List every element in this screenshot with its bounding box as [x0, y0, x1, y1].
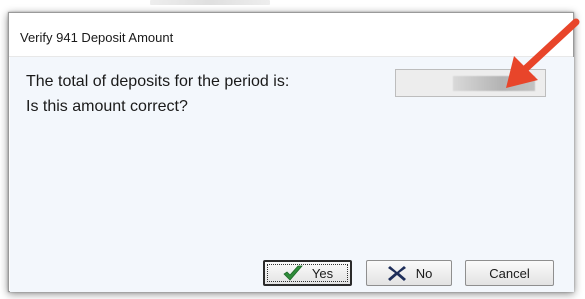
deposit-total-prompt: The total of deposits for the period is:	[26, 73, 290, 90]
red-arrow-annotation	[506, 18, 580, 88]
no-button[interactable]: No	[366, 260, 452, 286]
cancel-button[interactable]: Cancel	[465, 260, 554, 286]
yes-button[interactable]: Yes	[263, 260, 352, 286]
cancel-label: Cancel	[489, 265, 530, 281]
confirmation-question: Is this amount correct?	[26, 98, 188, 115]
no-label: No	[415, 265, 433, 281]
background-blurred-text	[150, 0, 270, 5]
verify-deposit-dialog: Verify 941 Deposit Amount The total of d…	[8, 12, 574, 292]
x-icon	[387, 266, 406, 281]
dialog-title-bar[interactable]: Verify 941 Deposit Amount	[9, 13, 573, 57]
background-window	[0, 0, 585, 12]
focus-ring	[267, 264, 348, 282]
dialog-title: Verify 941 Deposit Amount	[20, 30, 174, 45]
